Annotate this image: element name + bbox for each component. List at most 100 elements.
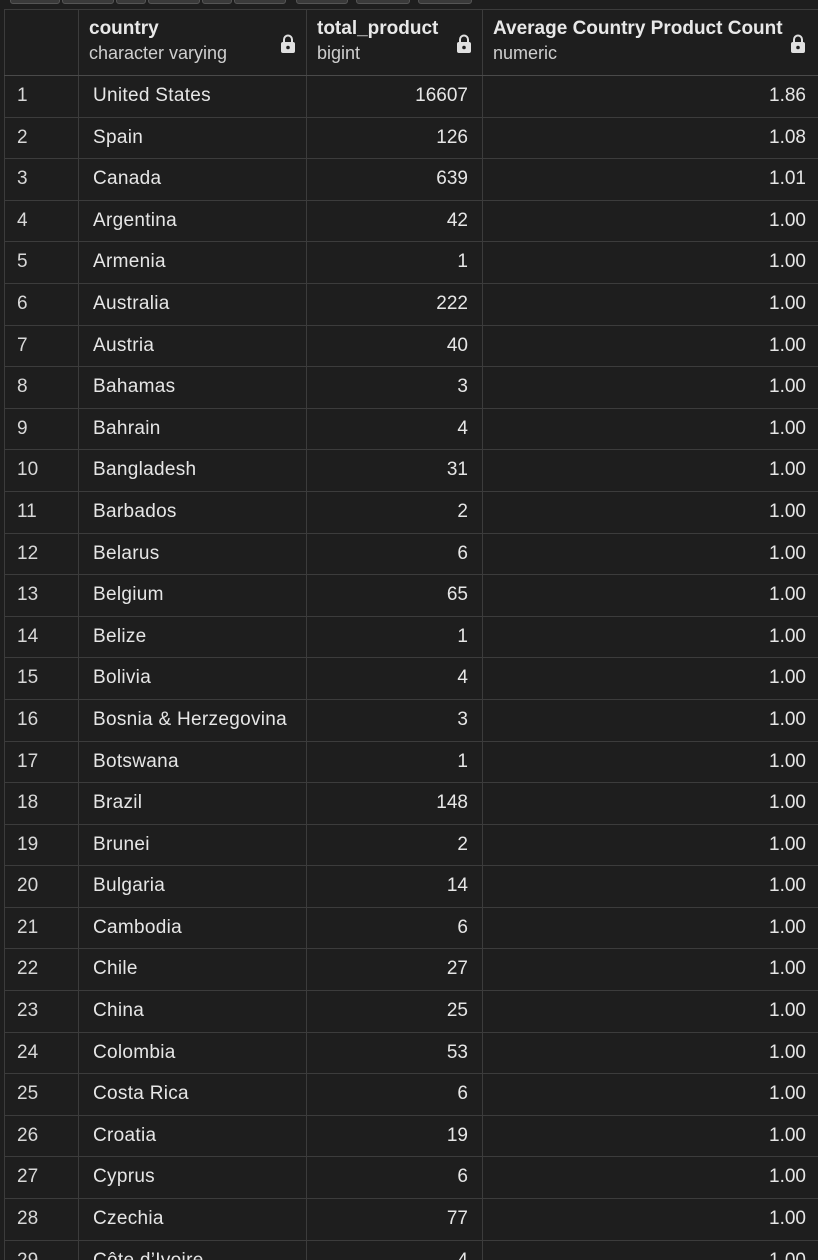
row-number-cell[interactable]: 26 <box>4 1115 78 1157</box>
total-product-cell[interactable]: 222 <box>306 283 482 325</box>
average-count-cell[interactable]: 1.00 <box>482 991 818 1032</box>
table-row[interactable]: 14 Belize 1 1.00 <box>4 616 818 659</box>
average-count-cell[interactable]: 1.01 <box>482 159 818 200</box>
country-cell[interactable]: Colombia <box>78 1032 306 1074</box>
country-cell[interactable]: Belgium <box>78 575 306 616</box>
total-product-cell[interactable]: 6 <box>306 907 482 949</box>
country-cell[interactable]: Costa Rica <box>78 1074 306 1115</box>
total-product-cell[interactable]: 3 <box>306 699 482 741</box>
table-row[interactable]: 6 Australia 222 1.00 <box>4 283 818 326</box>
total-product-cell[interactable]: 4 <box>306 658 482 699</box>
table-row[interactable]: 20 Bulgaria 14 1.00 <box>4 866 818 908</box>
row-number-cell[interactable]: 15 <box>4 658 78 699</box>
total-product-cell[interactable]: 77 <box>306 1199 482 1240</box>
average-count-cell[interactable]: 1.00 <box>482 907 818 949</box>
row-number-header[interactable] <box>4 10 78 75</box>
total-product-cell[interactable]: 6 <box>306 1157 482 1199</box>
average-count-cell[interactable]: 1.00 <box>482 491 818 533</box>
average-count-cell[interactable]: 1.00 <box>482 242 818 283</box>
table-row[interactable]: 29Côte d’Ivoire41.00 <box>4 1240 818 1260</box>
average-count-cell[interactable]: 1.00 <box>482 450 818 491</box>
row-number-cell[interactable]: 21 <box>4 907 78 949</box>
average-count-cell[interactable]: 1.86 <box>482 76 818 117</box>
average-count-cell[interactable]: 1.08 <box>482 117 818 159</box>
column-header-total-product[interactable]: total_product bigint <box>306 10 482 75</box>
country-cell[interactable]: Cyprus <box>78 1157 306 1199</box>
country-cell[interactable]: Austria <box>78 325 306 367</box>
table-row[interactable]: 7 Austria 40 1.00 <box>4 325 818 368</box>
row-number-cell[interactable]: 27 <box>4 1157 78 1199</box>
table-row[interactable]: 12 Belarus 6 1.00 <box>4 533 818 576</box>
row-number-cell[interactable]: 17 <box>4 741 78 783</box>
table-row[interactable]: 19 Brunei 2 1.00 <box>4 824 818 867</box>
table-row[interactable]: 10 Bangladesh 31 1.00 <box>4 450 818 492</box>
row-number-cell[interactable]: 25 <box>4 1074 78 1115</box>
table-row[interactable]: 18 Brazil 148 1.00 <box>4 783 818 825</box>
table-row[interactable]: 24 Colombia 53 1.00 <box>4 1032 818 1075</box>
total-product-cell[interactable]: 27 <box>306 949 482 991</box>
average-count-cell[interactable]: 1.00 <box>482 200 818 242</box>
country-cell[interactable]: Bulgaria <box>78 866 306 907</box>
table-row[interactable]: 16 Bosnia & Herzegovina 3 1.00 <box>4 699 818 742</box>
row-number-cell[interactable]: 10 <box>4 450 78 491</box>
country-cell[interactable]: Barbados <box>78 491 306 533</box>
country-cell[interactable]: Chile <box>78 949 306 991</box>
toolbar-button[interactable] <box>234 0 286 4</box>
total-product-cell[interactable]: 6 <box>306 1074 482 1115</box>
average-count-cell[interactable]: 1.00 <box>482 1199 818 1240</box>
total-product-cell[interactable]: 53 <box>306 1032 482 1074</box>
total-product-cell[interactable]: 2 <box>306 491 482 533</box>
table-row[interactable]: 17 Botswana 1 1.00 <box>4 741 818 784</box>
country-cell[interactable]: Armenia <box>78 242 306 283</box>
table-row[interactable]: 2 Spain 126 1.08 <box>4 117 818 160</box>
table-row[interactable]: 3 Canada 639 1.01 <box>4 159 818 201</box>
table-row[interactable]: 5 Armenia 1 1.00 <box>4 242 818 284</box>
row-number-cell[interactable]: 19 <box>4 824 78 866</box>
table-row[interactable]: 26 Croatia 19 1.00 <box>4 1115 818 1158</box>
table-row[interactable]: 11 Barbados 2 1.00 <box>4 491 818 534</box>
row-number-cell[interactable]: 29 <box>4 1240 78 1260</box>
average-count-cell[interactable]: 1.00 <box>482 616 818 658</box>
row-number-cell[interactable]: 4 <box>4 200 78 242</box>
total-product-cell[interactable]: 126 <box>306 117 482 159</box>
row-number-cell[interactable]: 16 <box>4 699 78 741</box>
total-product-cell[interactable]: 4 <box>306 408 482 450</box>
average-count-cell[interactable]: 1.00 <box>482 575 818 616</box>
country-cell[interactable]: Côte d’Ivoire <box>78 1240 306 1260</box>
country-cell[interactable]: Czechia <box>78 1199 306 1240</box>
total-product-cell[interactable]: 14 <box>306 866 482 907</box>
row-number-cell[interactable]: 1 <box>4 76 78 117</box>
row-number-cell[interactable]: 2 <box>4 117 78 159</box>
average-count-cell[interactable]: 1.00 <box>482 1074 818 1115</box>
total-product-cell[interactable]: 148 <box>306 783 482 824</box>
toolbar-button[interactable] <box>10 0 60 4</box>
row-number-cell[interactable]: 13 <box>4 575 78 616</box>
average-count-cell[interactable]: 1.00 <box>482 325 818 367</box>
average-count-cell[interactable]: 1.00 <box>482 367 818 408</box>
country-cell[interactable]: Canada <box>78 159 306 200</box>
table-row[interactable]: 1 United States 16607 1.86 <box>4 76 818 118</box>
total-product-cell[interactable]: 25 <box>306 991 482 1032</box>
average-count-cell[interactable]: 1.00 <box>482 783 818 824</box>
total-product-cell[interactable]: 639 <box>306 159 482 200</box>
column-header-country[interactable]: country character varying <box>78 10 306 75</box>
country-cell[interactable]: Australia <box>78 283 306 325</box>
row-number-cell[interactable]: 22 <box>4 949 78 991</box>
toolbar-button[interactable] <box>202 0 232 4</box>
row-number-cell[interactable]: 11 <box>4 491 78 533</box>
average-count-cell[interactable]: 1.00 <box>482 1240 818 1260</box>
table-row[interactable]: 27 Cyprus 6 1.00 <box>4 1157 818 1200</box>
table-row[interactable]: 9 Bahrain 4 1.00 <box>4 408 818 451</box>
row-number-cell[interactable]: 18 <box>4 783 78 824</box>
country-cell[interactable]: Bangladesh <box>78 450 306 491</box>
row-number-cell[interactable]: 3 <box>4 159 78 200</box>
country-cell[interactable]: Argentina <box>78 200 306 242</box>
total-product-cell[interactable]: 6 <box>306 533 482 575</box>
average-count-cell[interactable]: 1.00 <box>482 824 818 866</box>
row-number-cell[interactable]: 8 <box>4 367 78 408</box>
row-number-cell[interactable]: 9 <box>4 408 78 450</box>
country-cell[interactable]: Bahrain <box>78 408 306 450</box>
table-row[interactable]: 25 Costa Rica 6 1.00 <box>4 1074 818 1116</box>
row-number-cell[interactable]: 5 <box>4 242 78 283</box>
average-count-cell[interactable]: 1.00 <box>482 408 818 450</box>
